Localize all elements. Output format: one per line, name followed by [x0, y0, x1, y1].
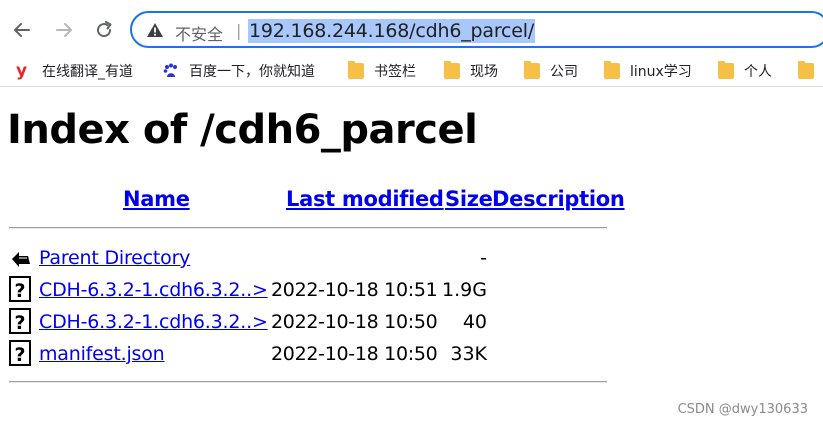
reload-button[interactable]	[88, 14, 120, 46]
arrow-right-icon	[56, 23, 72, 37]
warning-triangle-icon[interactable]	[146, 22, 164, 38]
folder-icon	[718, 61, 734, 79]
bookmark-label: 个人	[744, 64, 772, 80]
table-row-date: 2022-10-18 10:50	[271, 311, 438, 333]
column-header-size[interactable]: Size	[445, 187, 493, 211]
toolbar-divider	[0, 86, 823, 87]
bookmark-folder-geren[interactable]: 个人	[718, 60, 772, 82]
folder-icon	[348, 61, 364, 79]
header-rule	[9, 227, 607, 229]
unknown-file-icon: ?	[9, 340, 31, 366]
bookmarks-bar: y 在线翻译_有道 百度一下，你就知道 书签栏 现场 公司 linux学习 个人	[0, 56, 823, 86]
table-row-size: 33K	[450, 343, 487, 365]
table-row-name[interactable]: CDH-6.3.2-1.cdh6.3.2..>	[39, 311, 268, 333]
youdao-icon: y	[16, 61, 28, 81]
arrow-left-icon	[14, 23, 30, 37]
bookmark-youdao[interactable]: y 在线翻译_有道	[16, 60, 133, 82]
table-row-size: 1.9G	[442, 279, 487, 301]
table-row-name[interactable]: CDH-6.3.2-1.cdh6.3.2..>	[39, 279, 268, 301]
folder-icon	[524, 61, 540, 79]
folder-icon	[444, 61, 460, 79]
bookmark-label: 百度一下，你就知道	[189, 64, 315, 80]
table-row-size: -	[480, 247, 487, 269]
security-label[interactable]: 不安全	[175, 21, 223, 45]
bookmark-label: linux学习	[630, 64, 692, 80]
column-header-last-modified[interactable]: Last modified	[286, 187, 444, 211]
unknown-file-icon: ?	[9, 308, 31, 334]
baidu-paw-icon	[163, 63, 179, 79]
back-arrow-icon	[10, 246, 32, 270]
svg-text:?: ?	[14, 280, 25, 302]
column-header-description[interactable]: Description	[492, 187, 625, 211]
bookmark-label: 现场	[470, 64, 498, 80]
bookmark-baidu[interactable]: 百度一下，你就知道	[163, 60, 315, 82]
bookmark-folder-linux[interactable]: linux学习	[604, 60, 692, 82]
table-row-name[interactable]: Parent Directory	[39, 247, 190, 269]
svg-text:?: ?	[14, 344, 25, 366]
bookmark-folder-shuqianlan[interactable]: 书签栏	[348, 60, 416, 82]
table-row-date: 2022-10-18 10:51	[271, 279, 438, 301]
bookmark-label: 在线翻译_有道	[42, 64, 133, 80]
watermark: CSDN @dwy130633	[677, 402, 808, 417]
table-row-size: 40	[462, 311, 487, 333]
footer-rule	[9, 381, 607, 383]
column-header-name[interactable]: Name	[123, 187, 190, 211]
table-row-name[interactable]: manifest.json	[39, 343, 165, 365]
back-button[interactable]	[6, 14, 38, 46]
url-text[interactable]: 192.168.244.168/cdh6_parcel/	[248, 19, 536, 43]
address-separator: |	[236, 21, 242, 40]
browser-toolbar: 不安全 | 192.168.244.168/cdh6_parcel/	[0, 0, 823, 56]
bookmark-label: 公司	[550, 64, 578, 80]
folder-icon	[798, 61, 814, 79]
page-title: Index of /cdh6_parcel	[7, 107, 478, 153]
bookmark-folder-overflow[interactable]	[798, 60, 823, 82]
bookmark-label: 书签栏	[374, 64, 416, 80]
forward-button[interactable]	[48, 14, 80, 46]
address-bar[interactable]: 不安全 | 192.168.244.168/cdh6_parcel/	[130, 11, 823, 48]
bookmark-folder-xianchang[interactable]: 现场	[444, 60, 498, 82]
reload-icon	[97, 21, 112, 38]
table-row-date: 2022-10-18 10:50	[271, 343, 438, 365]
bookmark-folder-gongsi[interactable]: 公司	[524, 60, 578, 82]
folder-icon	[604, 61, 620, 79]
unknown-file-icon: ?	[9, 276, 31, 302]
svg-text:?: ?	[14, 312, 25, 334]
